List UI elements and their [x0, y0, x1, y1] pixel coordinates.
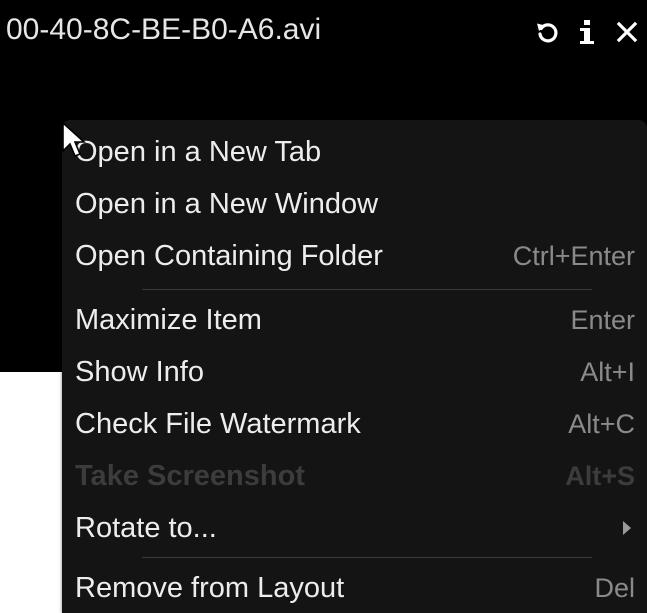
menu-separator — [142, 289, 592, 290]
rotate-icon — [535, 20, 559, 44]
menu-item-open-new-tab[interactable]: Open in a New Tab — [62, 126, 647, 178]
info-button[interactable] — [567, 12, 607, 52]
tile-title: 00-40-8C-BE-B0-A6.avi — [6, 13, 322, 46]
menu-item-label: Maximize Item — [75, 304, 262, 336]
menu-item-label: Rotate to... — [75, 512, 217, 544]
close-button[interactable] — [607, 12, 647, 52]
menu-item-label: Show Info — [75, 356, 204, 388]
menu-item-shortcut: Alt+I — [580, 357, 635, 387]
menu-item-check-file-watermark[interactable]: Check File Watermark Alt+C — [62, 398, 647, 450]
menu-item-shortcut: Alt+S — [565, 461, 635, 491]
menu-item-label: Open in a New Tab — [75, 136, 322, 168]
menu-item-show-info[interactable]: Show Info Alt+I — [62, 346, 647, 398]
menu-item-label: Remove from Layout — [75, 572, 345, 604]
close-icon — [615, 20, 639, 44]
menu-item-shortcut: Ctrl+Enter — [512, 241, 635, 271]
menu-separator — [142, 557, 592, 558]
context-menu: Open in a New Tab Open in a New Window O… — [62, 120, 647, 613]
info-icon — [576, 19, 598, 45]
menu-item-shortcut: Alt+C — [568, 409, 635, 439]
mouse-pointer-icon — [62, 121, 88, 160]
menu-item-shortcut: Enter — [570, 305, 635, 335]
screen: 00-40-8C-BE-B0-A6.avi Open in a New Tab … — [0, 0, 647, 613]
menu-item-shortcut: Del — [594, 573, 635, 603]
tile-button-bar — [527, 12, 647, 52]
menu-item-label: Open Containing Folder — [75, 240, 383, 272]
rotate-button[interactable] — [527, 12, 567, 52]
menu-item-take-screenshot: Take Screenshot Alt+S — [62, 450, 647, 502]
menu-item-maximize-item[interactable]: Maximize Item Enter — [62, 294, 647, 346]
menu-item-open-new-window[interactable]: Open in a New Window — [62, 178, 647, 230]
menu-item-label: Check File Watermark — [75, 408, 361, 440]
menu-item-label: Open in a New Window — [75, 188, 379, 220]
menu-item-open-containing-folder[interactable]: Open Containing Folder Ctrl+Enter — [62, 230, 647, 282]
submenu-arrow-icon — [623, 521, 631, 535]
menu-item-label: Take Screenshot — [75, 460, 305, 492]
menu-item-remove-from-layout[interactable]: Remove from Layout Del — [62, 562, 647, 613]
menu-item-rotate-to[interactable]: Rotate to... — [62, 502, 647, 554]
